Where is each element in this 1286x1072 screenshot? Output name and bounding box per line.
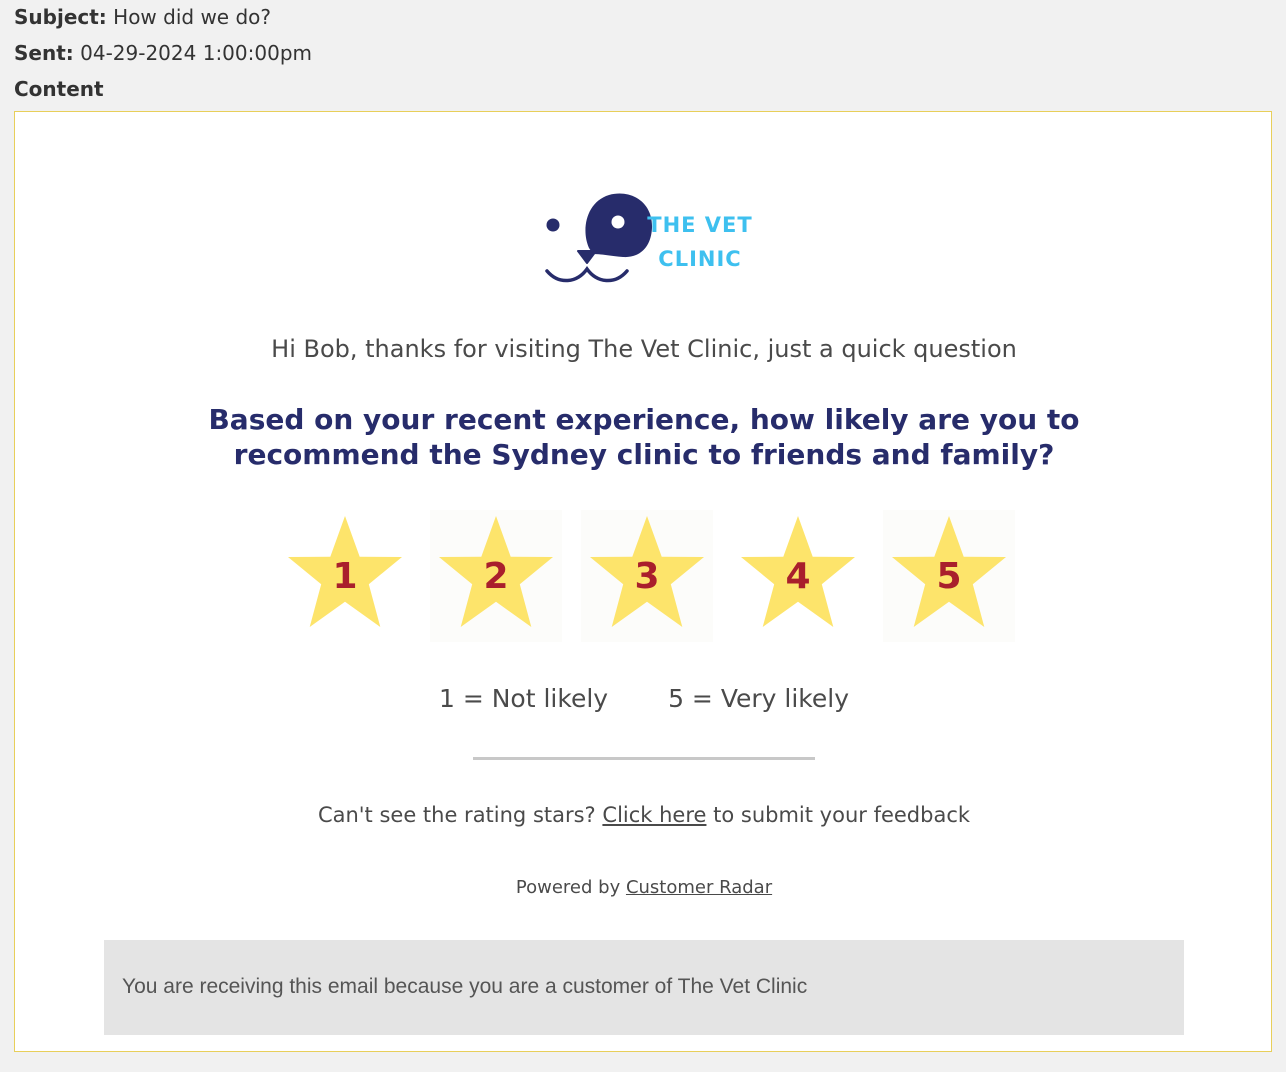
subject-label: Subject: [14,5,107,29]
click-here-link[interactable]: Click here [602,803,706,827]
powered-by: Powered by Customer Radar [15,877,1273,898]
sent-line: Sent: 04-29-2024 1:00:00pm [14,41,312,65]
logo-text-line1: THE VET [647,213,753,237]
star-number: 4 [785,556,811,597]
fallback-suffix: to submit your feedback [713,803,971,827]
star-number: 3 [634,556,660,597]
star-rating-3[interactable]: 3 [581,510,713,642]
logo-text-line2: CLINIC [658,247,742,271]
star-rating-2[interactable]: 2 [430,510,562,642]
scale-low-label: 1 = Not likely [438,684,609,713]
sent-label: Sent: [14,41,74,65]
powered-prefix: Powered by [515,877,621,898]
subject-value: How did we do? [113,5,272,29]
sent-value: 04-29-2024 1:00:00pm [80,41,312,65]
fallback-prefix: Can't see the rating stars? [317,803,596,827]
footer-notice: You are receiving this email because you… [104,940,1184,1035]
star-number: 5 [936,556,962,597]
content-label: Content [14,77,104,101]
star-number: 1 [332,556,358,597]
divider [473,757,815,760]
customer-radar-link[interactable]: Customer Radar [626,877,772,898]
star-rating-1[interactable]: 1 [279,510,411,642]
footer-text: You are receiving this email because you… [122,975,808,998]
survey-question: Based on your recent experience, how lik… [208,403,1080,471]
rating-scale-legend: 1 = Not likely 5 = Very likely [15,684,1273,713]
star-rating-4[interactable]: 4 [732,510,864,642]
dog-face-icon [545,193,653,283]
scale-high-label: 5 = Very likely [668,684,849,713]
email-content-frame: THE VET CLINIC Hi Bob, thanks for visiti… [14,111,1272,1052]
fallback-text: Can't see the rating stars? Click here t… [15,803,1273,827]
star-rating-row: 1 2 3 4 5 [279,510,1034,642]
star-number: 2 [483,556,509,597]
star-rating-5[interactable]: 5 [883,510,1015,642]
subject-line: Subject: How did we do? [14,5,271,29]
greeting-text: Hi Bob, thanks for visiting The Vet Clin… [271,335,1017,363]
